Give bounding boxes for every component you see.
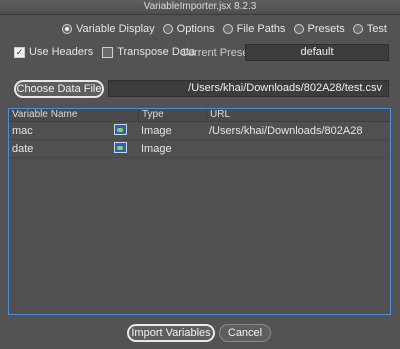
import-variables-button[interactable]: Import Variables [127,324,215,342]
tab-test[interactable]: Test [352,23,387,35]
variables-table[interactable]: Variable Name Type URL mac Image /Users/… [8,108,391,315]
tab-label: Options [176,23,215,35]
current-preset-field[interactable]: default [245,44,389,61]
cell-icon [114,123,138,138]
tab-bar: Variable Display Options File Paths Pres… [62,21,387,37]
table-row[interactable]: mac Image /Users/khai/Downloads/802A28 [9,122,390,140]
checkbox-empty-icon [102,46,114,58]
table-header: Variable Name Type URL [9,109,390,122]
cell-icon [114,141,138,156]
tab-label: File Paths [236,23,286,35]
header-url[interactable]: URL [206,109,390,121]
tab-label: Test [366,23,387,35]
radio-selected-icon [62,24,72,34]
cell-type: Image [141,124,172,137]
cell-variable-name: mac [12,124,33,137]
radio-icon [162,24,173,34]
tab-presets[interactable]: Presets [293,23,345,35]
header-variable-name[interactable]: Variable Name [9,109,114,121]
tab-options[interactable]: Options [162,23,215,35]
header-type[interactable]: Type [138,109,206,121]
image-thumbnail-icon [114,123,127,135]
header-icon [114,109,138,121]
data-file-path-field[interactable]: /Users/khai/Downloads/802A28/test.csv [108,80,389,97]
radio-icon [293,24,304,34]
image-thumbnail-icon [114,141,127,153]
tab-variable-display[interactable]: Variable Display [62,23,155,35]
radio-icon [222,24,233,34]
tab-label: Variable Display [76,23,155,35]
cell-type: Image [141,142,172,155]
checkmark-icon: ✓ [14,46,25,58]
radio-icon [352,24,363,34]
tab-file-paths[interactable]: File Paths [222,23,286,35]
use-headers-checkbox[interactable]: ✓ Use Headers [14,46,93,58]
choose-data-file-button[interactable]: Choose Data File [14,80,104,98]
window-title: VariableImporter.jsx 8.2.3 [0,0,400,15]
table-row[interactable]: date Image [9,140,390,158]
cell-variable-name: date [12,142,34,155]
options-row: ✓ Use Headers Transpose Data [14,44,195,60]
use-headers-label: Use Headers [29,46,94,58]
cancel-button[interactable]: Cancel [219,324,271,342]
current-preset-label: Current Preset [180,47,252,59]
tab-label: Presets [307,23,345,35]
cell-url: /Users/khai/Downloads/802A28 [209,124,363,137]
